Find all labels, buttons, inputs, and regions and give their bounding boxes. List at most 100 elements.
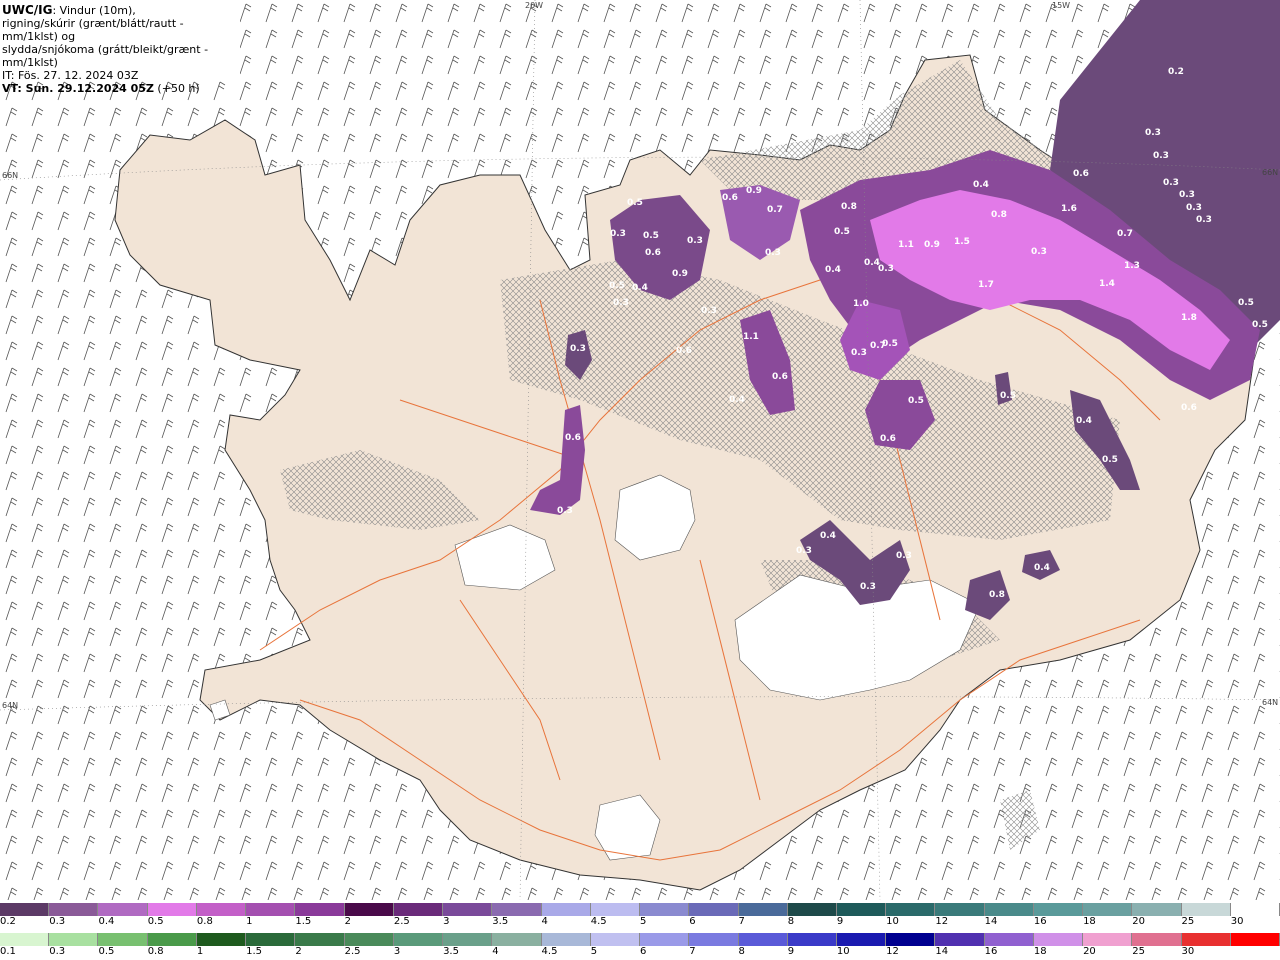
precip-value-label: 0.3 [860,582,876,592]
precip-value-label: 0.6 [645,248,661,258]
precip-value-label: 0.3 [1179,190,1195,200]
snow-color-2 [98,903,148,916]
precip-value-label: 0.3 [1145,128,1161,138]
rain-label-19: 14 [935,946,949,957]
precip-value-label: 0.3 [1196,215,1212,225]
snow-color-22 [1083,903,1133,916]
precip-value-label: 0.3 [1186,203,1202,213]
snow-color-12 [590,903,641,916]
rain-legend: 0.1 0.3 0.5 0.8 1 1.5 2 2.5 3 3.5 4 4.5 5 6 7 8 9 10 12 14 1… [0,933,1280,957]
precip-value-label: 0.4 [1076,416,1092,426]
rain-label-9: 3.5 [443,946,459,957]
precip-value-label: 0.4 [729,395,745,405]
snow-label-24: 25 [1181,916,1195,927]
snow-color-5 [246,903,296,916]
precip-value-label: 0.3 [701,306,717,316]
rain-color-0 [0,933,50,946]
snow-legend-colors [0,903,1280,916]
snow-label-9: 3 [443,916,450,927]
snow-color-9 [443,903,493,916]
snow-color-21 [1033,903,1084,916]
lat-label-64n-right: 64N [1262,698,1278,707]
precip-value-label: 0.6 [1073,169,1089,179]
precip-value-label: 0.6 [676,346,692,356]
precip-value-label: 0.4 [632,283,648,293]
precip-value-label: 0.3 [1163,178,1179,188]
precip-value-label: 1.3 [1124,261,1140,271]
precip-value-label: 0.5 [643,231,659,241]
precip-value-label: 0.3 [687,236,703,246]
precip-value-label: 0.9 [672,269,688,279]
rain-color-10 [492,933,542,946]
precip-value-label: 1.0 [853,299,869,309]
precip-value-label: 0.5 [1102,455,1118,465]
precip-value-label: 0.5 [609,281,625,291]
precip-value-label: 0.3 [557,506,573,516]
snow-label-22: 18 [1083,916,1096,927]
rain-label-18: 12 [886,946,899,957]
snow-label-15: 7 [738,916,745,927]
rain-color-21 [1033,933,1084,946]
rain-label-22: 20 [1083,946,1096,957]
snow-color-1 [49,903,99,916]
rain-label-3: 0.8 [147,946,164,957]
precip-value-label: 0.6 [565,433,581,443]
snow-label-7: 2 [344,916,351,927]
snow-label-3: 0.5 [147,916,164,927]
rain-label-23: 25 [1132,946,1146,957]
rain-label-4: 1 [196,946,204,957]
rain-color-6 [295,933,345,946]
snow-color-16 [787,903,837,916]
snow-label-10: 3.5 [492,916,509,927]
precip-value-label: 0.5 [1000,391,1016,401]
snow-label-6: 1.5 [295,916,312,927]
snow-legend-labels: 0.2 0.3 0.4 0.5 0.8 1 1.5 2 2.5 3 3.5 4 4.5 5 6 7 8 9 10 12… [0,916,1280,927]
rain-color-3 [147,933,197,946]
precip-value-label: 0.4 [1034,563,1050,573]
snow-label-4: 0.8 [196,916,213,927]
precip-value-label: 0.3 [851,348,867,358]
precip-value-label: 0.8 [841,202,857,212]
snow-label-8: 2.5 [393,916,410,927]
snow-color-15 [738,903,788,916]
snow-color-17 [836,903,887,916]
snow-label-17: 9 [836,916,844,927]
lat-label-64n-left: 64N [2,701,18,710]
precip-value-label: 1.5 [954,237,970,247]
precip-value-label: 0.5 [834,227,850,237]
header-valid-time: VT: Sun. 29.12.2024 05Z [2,82,154,95]
header-lead-time: (+50 h) [153,82,200,95]
snow-color-8 [393,903,444,916]
rain-label-10: 4 [492,946,499,957]
lon-label-15w: 15W [1052,1,1070,10]
rain-color-17 [836,933,887,946]
snow-color-0 [0,903,50,916]
snow-label-20: 14 [984,916,998,927]
rain-color-25 [1230,933,1280,946]
precip-value-label: 0.5 [627,198,643,208]
precip-value-label: 1.1 [898,240,914,250]
rain-color-15 [738,933,788,946]
precip-value-label: 0.9 [924,240,940,250]
precip-value-label: 0.6 [1181,403,1197,413]
header-line1: : Vindur (10m), [52,4,136,17]
header-line4: IT: Fös. 27. 12. 2024 03Z [2,69,139,82]
header-line2: rigning/skúrir (grænt/blátt/rautt - mm/1… [2,17,184,43]
snow-label-18: 10 [886,916,899,927]
rain-color-23 [1132,933,1182,946]
rain-label-2: 0.5 [98,946,115,957]
lon-label-20w: 20W [525,1,543,10]
snow-color-23 [1132,903,1182,916]
rain-label-16: 9 [787,946,795,957]
rain-label-11: 4.5 [541,946,558,957]
snow-legend: 0.2 0.3 0.4 0.5 0.8 1 1.5 2 2.5 3 3.5 4 4.5 5 6 7 8 9 10 12… [0,903,1280,927]
snow-color-6 [295,903,345,916]
weather-map: 20W 15W 66N 66N 64N 64N 0.20.30.30.30.30… [0,0,1280,901]
precip-value-label: 0.4 [973,180,989,190]
lat-label-66n-right: 66N [1262,168,1278,177]
rain-color-4 [196,933,247,946]
rain-label-1: 0.3 [49,946,66,957]
rain-color-16 [787,933,837,946]
map-header: UWC/IG: Vindur (10m), rigning/skúrir (gr… [0,0,240,95]
precip-value-label: 0.3 [765,248,781,258]
